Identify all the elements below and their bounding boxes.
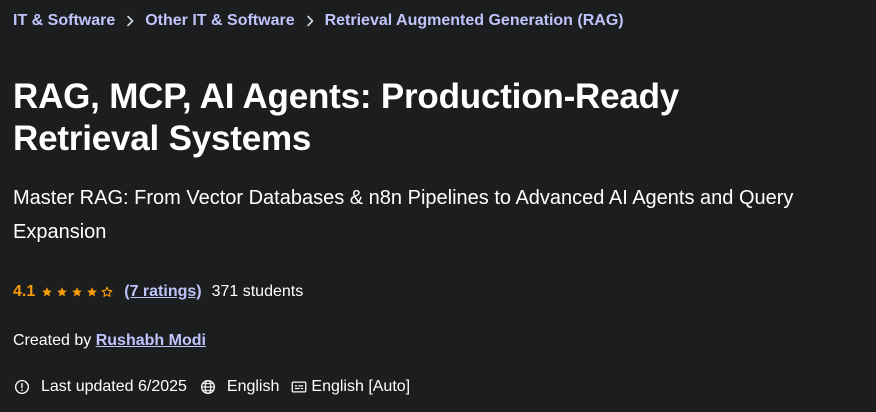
globe-icon xyxy=(200,379,215,395)
closed-captions-icon xyxy=(292,381,307,393)
star-icon xyxy=(57,287,68,297)
course-language: English xyxy=(199,378,279,396)
author-link[interactable]: Rushabh Modi xyxy=(96,332,206,349)
created-by-row: Created by Rushabh Modi xyxy=(13,332,206,350)
last-updated-text: Last updated 6/2025 xyxy=(41,378,187,395)
rating-value: 4.1 xyxy=(13,283,36,300)
breadcrumb-item-rag[interactable]: Retrieval Augmented Generation (RAG) xyxy=(325,12,624,30)
star-icon xyxy=(72,287,83,297)
last-updated: Last updated 6/2025 xyxy=(13,378,187,396)
chevron-right-icon xyxy=(115,12,145,30)
created-by-label: Created by xyxy=(13,332,96,349)
chevron-right-icon xyxy=(295,12,325,30)
course-captions: English [Auto] xyxy=(290,378,410,396)
rating-stars xyxy=(41,286,116,298)
ratings-count-link[interactable]: (7 ratings) xyxy=(124,283,201,301)
breadcrumb-item-it-software[interactable]: IT & Software xyxy=(13,12,115,30)
course-subtitle: Master RAG: From Vector Databases & n8n … xyxy=(13,187,794,243)
star-outline-icon xyxy=(101,286,113,297)
alert-circle-icon xyxy=(14,379,30,395)
star-icon xyxy=(42,287,53,297)
breadcrumb: IT & Software Other IT & Software Retrie… xyxy=(13,12,624,30)
students-count: 371 students xyxy=(211,283,304,300)
course-title: RAG, MCP, AI Agents: Production-Ready Re… xyxy=(13,77,680,158)
breadcrumb-item-other-it-software[interactable]: Other IT & Software xyxy=(145,12,294,30)
captions-text: English [Auto] xyxy=(311,378,411,395)
star-icon xyxy=(87,287,98,297)
course-meta-row: Last updated 6/2025 English English [Aut… xyxy=(13,378,410,396)
rating-row: 4.1 (7 ratings) 371 students xyxy=(13,283,303,301)
language-text: English xyxy=(226,378,280,395)
